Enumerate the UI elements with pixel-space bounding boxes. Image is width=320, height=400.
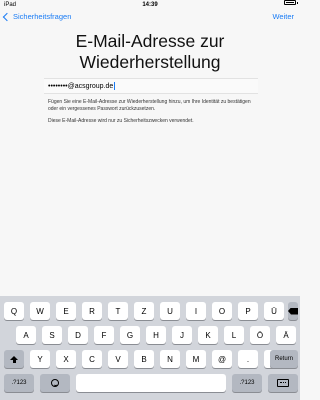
hide-keyboard-icon: [277, 379, 289, 387]
key-s[interactable]: S: [42, 326, 62, 344]
key-n[interactable]: N: [160, 350, 180, 368]
numbers-key-right[interactable]: .?123: [232, 374, 262, 392]
emoji-icon: [51, 379, 59, 387]
key-t[interactable]: T: [108, 302, 128, 320]
page-title-line-1: E-Mail-Adresse zur: [75, 31, 225, 51]
space-key[interactable]: [76, 374, 226, 392]
recovery-email-text: ••••••••@acsgroup.de: [48, 83, 114, 90]
page-title-line-2: Wiederherstellung: [79, 52, 221, 72]
navigation-bar: Sicherheitsfragen Weiter: [0, 10, 300, 26]
emoji-key[interactable]: [40, 374, 70, 392]
key-p[interactable]: P: [238, 302, 258, 320]
key-k[interactable]: K: [198, 326, 218, 344]
on-screen-keyboard: Q W E R T Z U I O P Ü A S D F G H J K L …: [0, 296, 300, 400]
chevron-left-icon: [2, 12, 12, 21]
battery-icon: [284, 0, 298, 5]
key-ue[interactable]: Ü: [264, 302, 284, 320]
recovery-email-value: ••••••••@acsgroup.de: [48, 82, 116, 91]
key-a[interactable]: A: [16, 326, 36, 344]
status-right: [284, 0, 298, 5]
text-cursor: [114, 82, 116, 91]
back-button[interactable]: Sicherheitsfragen: [2, 12, 72, 21]
key-c[interactable]: C: [82, 350, 102, 368]
shift-key[interactable]: [4, 350, 24, 368]
key-q[interactable]: Q: [4, 302, 24, 320]
numbers-key-label: .?123: [11, 380, 27, 386]
key-h[interactable]: H: [146, 326, 166, 344]
backspace-key[interactable]: [288, 302, 298, 320]
key-x[interactable]: X: [56, 350, 76, 368]
key-ae[interactable]: Ä: [276, 326, 296, 344]
description-text: Fügen Sie eine E-Mail-Adresse zur Wieder…: [48, 99, 251, 112]
recovery-email-field[interactable]: ••••••••@acsgroup.de: [44, 78, 258, 94]
status-time: 14:39: [142, 2, 158, 8]
key-e[interactable]: E: [56, 302, 76, 320]
backspace-icon: [288, 307, 298, 315]
shift-icon: [10, 356, 18, 363]
key-g[interactable]: G: [120, 326, 140, 344]
hide-keyboard-key[interactable]: [268, 374, 298, 392]
key-y[interactable]: Y: [30, 350, 50, 368]
key-m[interactable]: M: [186, 350, 206, 368]
numbers-key-right-label: .?123: [239, 380, 255, 386]
key-d[interactable]: D: [68, 326, 88, 344]
key-at[interactable]: @: [212, 350, 232, 368]
back-button-label: Sicherheitsfragen: [13, 12, 72, 21]
key-v[interactable]: V: [108, 350, 128, 368]
key-o[interactable]: O: [212, 302, 232, 320]
page-title: E-Mail-Adresse zur Wiederherstellung: [0, 31, 300, 73]
key-i[interactable]: I: [186, 302, 206, 320]
next-button[interactable]: Weiter: [272, 12, 294, 21]
key-f[interactable]: F: [94, 326, 114, 344]
key-u[interactable]: U: [160, 302, 180, 320]
return-key-label: Return: [274, 356, 293, 362]
key-b[interactable]: B: [134, 350, 154, 368]
return-key[interactable]: Return: [270, 350, 298, 368]
key-l[interactable]: L: [224, 326, 244, 344]
key-r[interactable]: R: [82, 302, 102, 320]
security-note-text: Diese E-Mail-Adresse wird nur zu Sicherh…: [48, 118, 194, 124]
numbers-key[interactable]: .?123: [4, 374, 34, 392]
key-oe[interactable]: Ö: [250, 326, 270, 344]
key-z[interactable]: Z: [134, 302, 154, 320]
key-w[interactable]: W: [30, 302, 50, 320]
key-period[interactable]: .: [238, 350, 258, 368]
key-j[interactable]: J: [172, 326, 192, 344]
status-bar: iPad 14:39: [0, 0, 300, 10]
